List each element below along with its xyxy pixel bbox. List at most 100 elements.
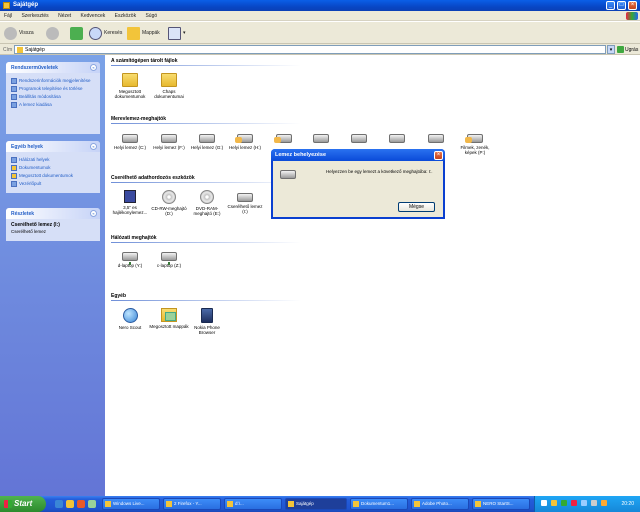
tray-app-icon[interactable]: [601, 500, 607, 506]
network-places-icon: [11, 157, 17, 163]
item-shared-folders[interactable]: Megosztott mappák: [149, 308, 189, 329]
item-drive-8[interactable]: [377, 131, 417, 145]
close-button[interactable]: ×: [628, 1, 637, 10]
item-network-z[interactable]: c-laptop (Z:): [149, 249, 189, 268]
task-label: Adobe Photo...: [422, 501, 452, 506]
item-removable-i[interactable]: Cserélhető lemez (I:): [225, 190, 265, 214]
place-label: Vezérlőpult: [19, 181, 42, 186]
quicklaunch-desktop-icon[interactable]: [66, 500, 74, 508]
documents-folder-icon: [11, 165, 17, 171]
back-button[interactable]: Vissza: [4, 25, 34, 41]
tray-antivirus-icon[interactable]: [571, 500, 577, 506]
nero-scout-icon: [122, 308, 138, 323]
quicklaunch-media-icon[interactable]: [77, 500, 85, 508]
task-view-system-info[interactable]: Rendszerinformációk megjelenítése: [11, 78, 96, 84]
task-change-setting[interactable]: Beállítás módosítása: [11, 94, 96, 100]
item-network-y[interactable]: d-laptop (Y:): [110, 249, 150, 268]
item-drive-g[interactable]: Helyi lemez (G:): [187, 131, 227, 150]
group-title-files: A számítógépen tárolt fájlok: [111, 58, 178, 64]
taskbar-item-1[interactable]: Windows Live...: [102, 498, 160, 510]
item-shared-documents[interactable]: Megosztott dokumentumok: [110, 73, 150, 99]
item-cdrw-d[interactable]: CD-RW-meghajtó (D:): [149, 190, 189, 216]
minimize-button[interactable]: _: [606, 1, 615, 10]
quicklaunch-explorer-icon[interactable]: [88, 500, 96, 508]
taskbar-item-7[interactable]: NERO StartS...: [472, 498, 530, 510]
dialog-cancel-button[interactable]: Mégse: [398, 202, 435, 212]
menu-help[interactable]: Súgó: [141, 11, 161, 21]
task-eject-disk[interactable]: A lemez kiadása: [11, 102, 96, 108]
start-button[interactable]: Start: [0, 496, 46, 512]
group-divider: [111, 300, 301, 301]
maximize-button[interactable]: □: [617, 1, 626, 10]
taskbar-item-2[interactable]: 2 Firefox - Y...: [163, 498, 221, 510]
item-drive-9[interactable]: [416, 131, 456, 145]
item-dvdram-e[interactable]: DVD-RAM-meghajtó (E:): [187, 190, 227, 216]
tray-security-icon[interactable]: [561, 500, 567, 506]
insert-disk-dialog: Lemez behelyezése × Helyezzen be egy lem…: [271, 149, 445, 219]
views-button[interactable]: ▾: [168, 25, 186, 41]
dialog-title-bar[interactable]: Lemez behelyezése ×: [271, 149, 445, 161]
item-drive-h[interactable]: Helyi lemez (H:): [225, 131, 265, 150]
go-button[interactable]: Ugrás: [617, 46, 638, 53]
quicklaunch-ie-icon[interactable]: [55, 500, 63, 508]
details-header[interactable]: Részletek «: [6, 208, 100, 219]
menu-tools[interactable]: Eszközök: [111, 11, 140, 21]
place-network[interactable]: Hálózati helyek: [11, 157, 96, 163]
collapse-icon[interactable]: «: [90, 210, 97, 217]
collapse-icon[interactable]: «: [90, 64, 97, 71]
address-input[interactable]: Sajátgép: [14, 45, 606, 54]
item-drive-c[interactable]: Helyi lemez (C:): [110, 131, 150, 150]
item-label: CD-RW-meghajtó (D:): [151, 206, 187, 216]
place-shared-documents[interactable]: Megosztott dokumentumok: [11, 173, 96, 179]
place-control-panel[interactable]: Vezérlőpult: [11, 181, 96, 187]
forward-button[interactable]: [46, 25, 61, 41]
item-drive-6[interactable]: [301, 131, 341, 145]
floppy-disk-icon: [124, 190, 136, 203]
menu-edit[interactable]: Szerkesztés: [17, 11, 52, 21]
task-label: Dokumentum1...: [361, 501, 395, 506]
group-title-hard-drives: Merevlemez-meghajtók: [111, 116, 167, 122]
firefox-icon: [166, 501, 172, 507]
address-dropdown-button[interactable]: ▾: [607, 45, 615, 54]
control-panel-icon: [11, 94, 17, 100]
menu-view[interactable]: Nézet: [54, 11, 75, 21]
item-nero-scout[interactable]: Nero Scout: [110, 308, 150, 330]
hard-drive-icon: [199, 134, 215, 143]
item-drive-5[interactable]: [264, 131, 304, 145]
tray-volume-icon[interactable]: [551, 500, 557, 506]
folders-button[interactable]: Mappák: [127, 25, 160, 41]
up-folder-button[interactable]: [70, 25, 85, 41]
other-places-header[interactable]: Egyéb helyek «: [6, 141, 100, 152]
hard-drive-icon: [122, 134, 138, 143]
place-documents[interactable]: Dokumentumok: [11, 165, 96, 171]
collapse-icon[interactable]: «: [90, 143, 97, 150]
menu-file[interactable]: Fájl: [0, 11, 16, 21]
folder-icon: [161, 73, 177, 87]
item-drive-p[interactable]: Filmek, zenék, képek (P:): [455, 131, 495, 155]
taskbar-item-3[interactable]: d:\...: [224, 498, 282, 510]
dialog-close-button[interactable]: ×: [434, 151, 443, 160]
go-arrow-icon: [617, 46, 624, 53]
item-floppy[interactable]: 3,5" es hajlékonylemez...: [110, 190, 150, 215]
system-tasks-panel: Rendszerműveletek « Rendszerinformációk …: [6, 62, 100, 134]
item-nokia-browser[interactable]: Nokia Phone Browser: [187, 308, 227, 335]
tray-usb-icon[interactable]: [591, 500, 597, 506]
task-add-remove-programs[interactable]: Programok telepítése és törlése: [11, 86, 96, 92]
group-title-network: Hálózati meghajtók: [111, 235, 157, 241]
search-button[interactable]: Keresés: [89, 25, 122, 41]
item-drive-f[interactable]: Helyi lemez (F:): [149, 131, 189, 150]
tray-messenger-icon[interactable]: [581, 500, 587, 506]
item-label: Megosztott mappák: [149, 324, 189, 329]
file-view: A számítógépen tárolt fájlok Megosztott …: [105, 55, 640, 496]
taskbar-item-5[interactable]: Dokumentum1...: [350, 498, 408, 510]
menu-favorites[interactable]: Kedvencek: [77, 11, 110, 21]
item-label: Nokia Phone Browser: [194, 325, 220, 335]
taskbar-item-6[interactable]: Adobe Photo...: [411, 498, 469, 510]
other-places-panel: Egyéb helyek « Hálózati helyek Dokumentu…: [6, 141, 100, 193]
tray-network-icon[interactable]: [541, 500, 547, 506]
item-user-documents[interactable]: Chaps dokumentumai: [149, 73, 189, 99]
shared-folders-icon: [161, 308, 177, 322]
taskbar-item-4[interactable]: Sajátgép: [285, 498, 347, 510]
item-drive-7[interactable]: [339, 131, 379, 145]
system-tasks-header[interactable]: Rendszerműveletek «: [6, 62, 100, 73]
